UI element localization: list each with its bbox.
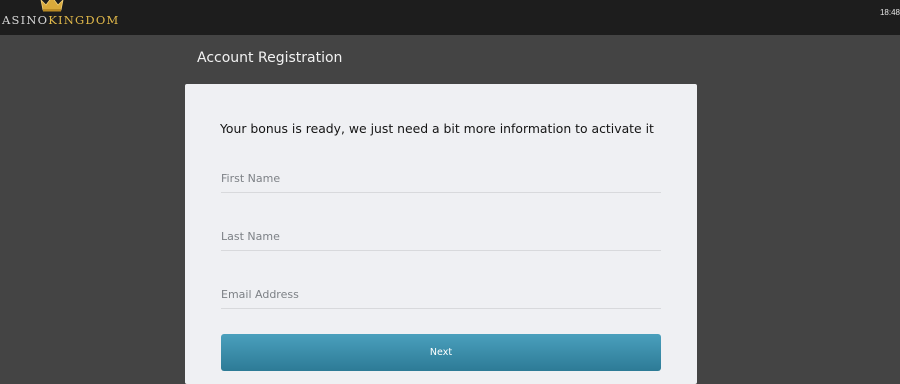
casino-kingdom-logo[interactable]: ASINOKINGDOM bbox=[0, 0, 120, 35]
registration-card: Your bonus is ready, we just need a bit … bbox=[185, 84, 697, 384]
crown-icon bbox=[40, 0, 64, 12]
form-heading: Your bonus is ready, we just need a bit … bbox=[220, 121, 654, 136]
page-title: Account Registration bbox=[197, 50, 343, 66]
next-button[interactable]: Next bbox=[221, 334, 661, 371]
first-name-input[interactable] bbox=[221, 165, 661, 192]
email-address-input[interactable] bbox=[221, 281, 661, 308]
email-address-field bbox=[221, 281, 661, 309]
top-bar: ASINOKINGDOM 18:48 bbox=[0, 0, 900, 35]
logo-kingdom-text: KINGDOM bbox=[48, 13, 120, 27]
clock: 18:48 bbox=[879, 8, 900, 17]
logo-wordmark: ASINOKINGDOM bbox=[2, 13, 119, 27]
first-name-field bbox=[221, 165, 661, 193]
last-name-field bbox=[221, 223, 661, 251]
logo-casino-text: ASINO bbox=[2, 13, 49, 27]
last-name-input[interactable] bbox=[221, 223, 661, 250]
